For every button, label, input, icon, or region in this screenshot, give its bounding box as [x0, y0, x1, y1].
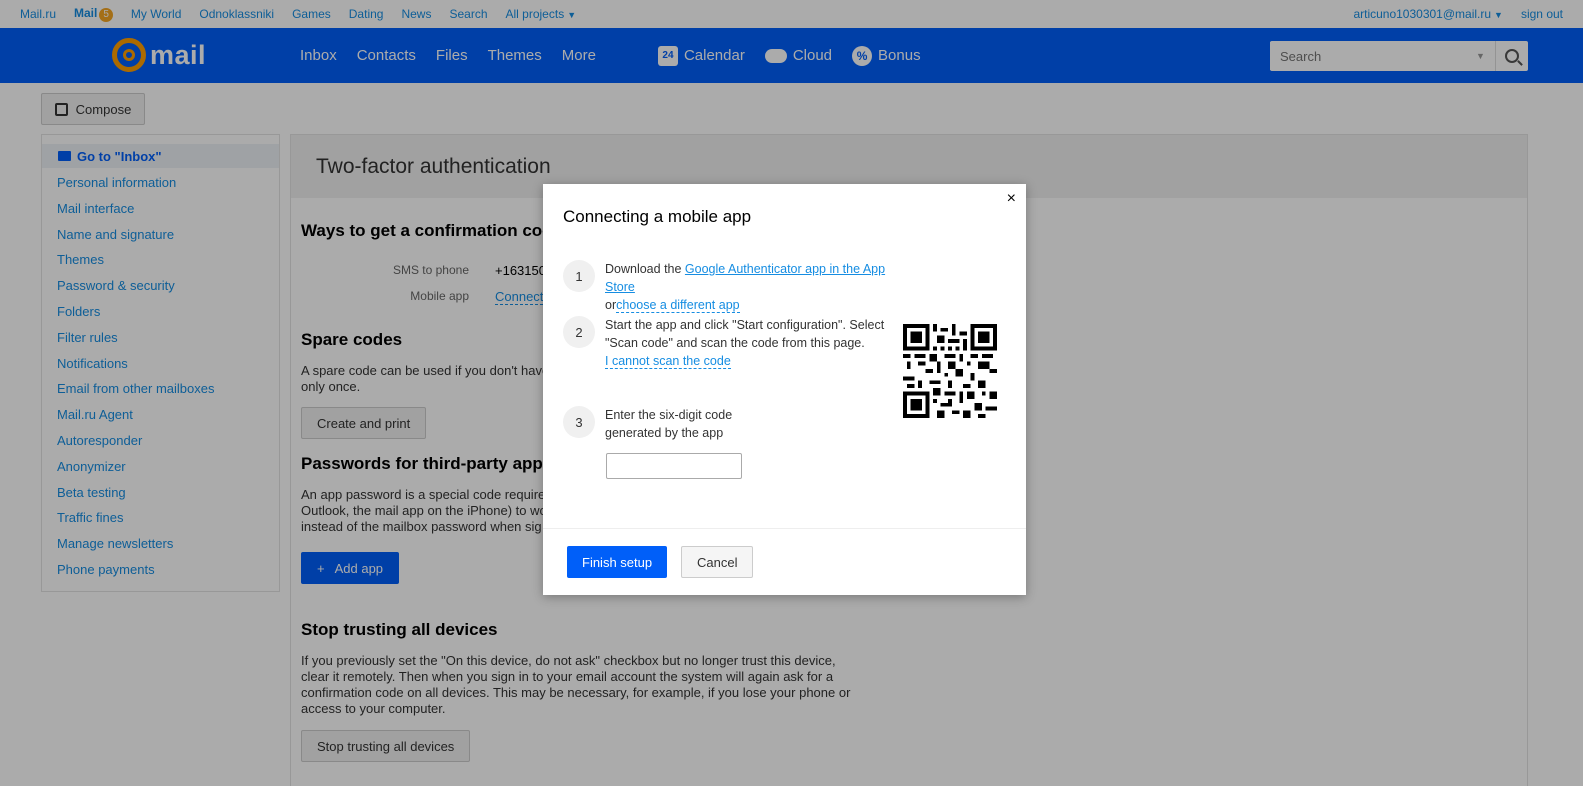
step-2-block: Start the app and click "Start configura…	[605, 316, 890, 370]
dialog-title: Connecting a mobile app	[563, 207, 752, 226]
finish-setup-button[interactable]: Finish setup	[567, 546, 668, 578]
qr-code	[903, 324, 997, 418]
step-2-text: Start the app and click "Start configura…	[605, 318, 885, 350]
close-icon[interactable]: ×	[1007, 190, 1016, 208]
step-3-text: Enter the six-digit code generated by th…	[605, 408, 733, 440]
step-2-number: 2	[563, 316, 595, 348]
choose-different-app-link[interactable]: choose a different app	[616, 298, 740, 313]
step-1-prefix: Download the	[605, 262, 685, 276]
cancel-button[interactable]: Cancel	[681, 546, 754, 578]
connect-app-dialog: Connecting a mobile app × 1 Download the…	[543, 184, 1026, 595]
dialog-footer: Finish setup Cancel	[543, 528, 1026, 595]
step-3-number: 3	[563, 406, 595, 438]
step-1-or: or	[605, 298, 617, 312]
step-1-text: Download the Google Authenticator app in…	[605, 260, 905, 314]
cannot-scan-link[interactable]: I cannot scan the code	[605, 354, 731, 369]
verification-code-input[interactable]	[606, 453, 742, 479]
step-1-number: 1	[563, 260, 595, 292]
